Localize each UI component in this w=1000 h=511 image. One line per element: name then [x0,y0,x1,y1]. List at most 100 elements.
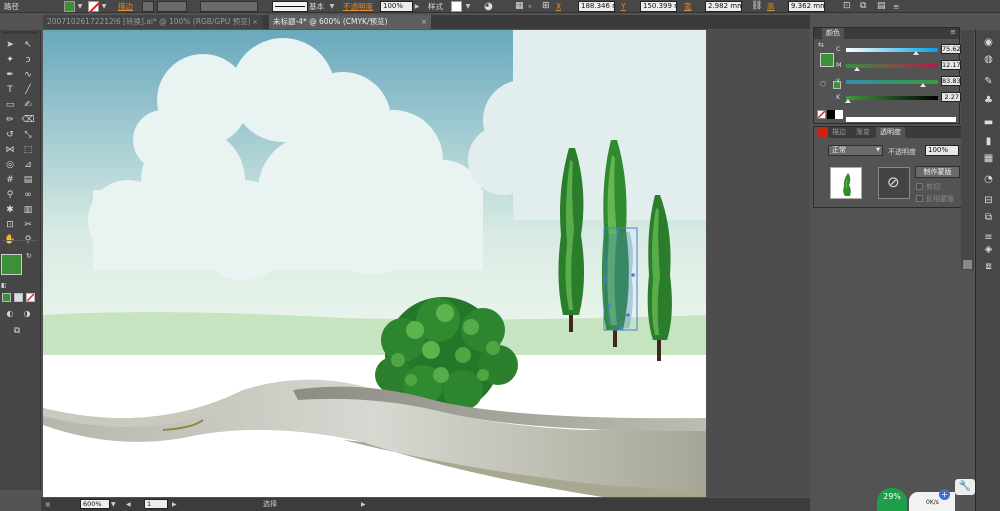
direct-selection-icon[interactable]: ↖ [21,38,35,52]
invert-mask-checkbox[interactable] [916,195,923,202]
graph-icon[interactable]: ▥ [21,203,35,217]
default-colors-icon[interactable]: ◧ [1,282,7,289]
scale-icon[interactable]: ⤡ [21,128,35,142]
screen-mode-icon[interactable]: ⧉ [10,324,24,338]
mask-thumbnail[interactable]: ⊘ [878,167,910,199]
free-transform-icon[interactable]: ⬚ [21,143,35,157]
tab-document-1[interactable]: 20071026172212l6 [转换].ai* @ 100% (RGB/GP… [43,15,263,29]
tab-document-2[interactable]: 未标题-4* @ 600% (CMYK/预览) [269,15,431,29]
memory-gauge[interactable]: 29% [877,488,907,511]
shape-builder-icon[interactable]: ◎ [3,158,17,172]
appearance-icon[interactable]: ◉ [981,35,996,50]
panel-menu-icon[interactable]: ≡ [950,28,956,36]
graphic-styles-icon[interactable]: ▬ [981,115,996,130]
layers-icon[interactable]: ◈ [981,242,996,257]
zoom-field[interactable]: 600% [80,499,110,509]
zoom-dropdown-icon[interactable]: ▼ [111,499,116,510]
blend-icon[interactable]: ∞ [21,188,35,202]
paintbrush-icon[interactable]: ✍ [21,98,35,112]
stroke-swatch[interactable] [88,1,101,14]
swatches-icon[interactable]: ▦ [981,151,996,166]
eraser-icon[interactable]: ⌫ [21,113,35,127]
isolate-group-icon[interactable]: ⧉ [860,1,866,12]
brush-definition-field[interactable] [272,1,308,12]
variable-width-field[interactable] [200,1,258,12]
white-swatch[interactable] [835,110,843,119]
tab-2-close-icon[interactable]: × [421,15,427,29]
gradient-icon[interactable]: ▤ [21,173,35,187]
artboard-icon[interactable]: ⊡ [3,218,17,232]
align-dropdown-arrow-icon[interactable]: ▾ [528,1,532,12]
slider-value-field[interactable]: 83.83 [941,76,961,86]
opacity-label[interactable]: 不透明度 [343,1,373,12]
slider-value-field[interactable]: 75.62 [941,44,961,54]
none-swatch[interactable] [817,110,826,119]
gradient-panel-icon[interactable]: ▮ [981,134,996,149]
transform-icon[interactable]: ⊡ [843,1,851,12]
symbols-icon[interactable]: ♣ [981,93,996,108]
blend-mode-select[interactable]: 正常 ▼ [828,145,883,156]
black-swatch[interactable] [827,110,835,119]
more-options-icon[interactable]: ▤ [877,1,886,12]
tools-grip[interactable] [2,31,38,34]
draw-behind-icon[interactable]: ◑ [20,307,34,321]
align-icon[interactable]: ▦ [515,1,524,12]
swap-colors-icon[interactable]: ↻ [26,252,32,260]
tab-1-close-icon[interactable]: × [252,15,258,29]
pencil-icon[interactable]: ✏ [3,113,17,127]
brushes-icon[interactable]: ✎ [981,74,996,89]
rotate-icon[interactable]: ↺ [3,128,17,142]
artwork-canvas[interactable] [43,30,706,497]
align-panel-icon[interactable]: ⊟ [981,193,996,208]
lasso-icon[interactable]: ↄ [21,53,35,67]
reference-point-icon[interactable]: ⊞ [542,1,550,12]
next-artboard-icon[interactable]: ▶ [172,499,177,510]
slice-icon[interactable]: ✂ [21,218,35,232]
opacity-field[interactable]: 100% [380,1,413,12]
slider-row-c[interactable]: C75.62% [814,44,969,56]
selection-icon[interactable]: ➤ [3,38,17,52]
slider-track[interactable] [846,96,938,100]
brush-dropdown-arrow-icon[interactable]: ▼ [328,1,336,12]
type-icon[interactable]: T [3,83,17,97]
slider-row-y[interactable]: Y83.83% [814,76,969,88]
stroke-dropdown-arrow-icon[interactable]: ▼ [100,1,108,12]
panel-dock-scrollbar[interactable] [961,30,974,270]
panel-menu-icon[interactable]: ≡ [893,1,899,12]
color-mode-icon[interactable] [2,293,11,302]
x-field[interactable]: 188.346 mm [578,1,615,12]
transparency-icon[interactable]: ◔ [981,172,996,187]
slider-track[interactable] [846,48,938,52]
stroke-weight-field[interactable] [157,1,187,12]
tab-stroke[interactable]: 描边 [828,127,850,138]
height-label[interactable]: 高 [767,1,775,12]
tab-color[interactable]: 颜色 [822,28,844,39]
draw-normal-icon[interactable]: ◐ [3,307,17,321]
pasteboard[interactable] [707,30,810,497]
constrain-proportions-icon[interactable]: ⛓ [751,1,762,12]
status-menu-icon[interactable]: ▶ [361,499,366,510]
width-field[interactable]: 2.982 mm [705,1,742,12]
tab-gradient[interactable]: 渐变 [852,127,874,138]
fill-swatch[interactable] [64,1,75,12]
wrench-icon[interactable]: 🔧 [955,479,975,495]
opacity-field[interactable]: 100% [925,145,959,156]
slider-thumb[interactable] [854,67,861,71]
fill-color-box[interactable] [1,254,22,275]
y-field[interactable]: 150.399 mm [640,1,677,12]
artboards-icon[interactable]: ⧈ [981,259,996,274]
boost-plus-icon[interactable]: + [939,489,950,500]
line-icon[interactable]: ╱ [21,83,35,97]
y-label[interactable]: Y [621,1,626,12]
dock-scroll-thumb[interactable] [963,260,972,269]
symbol-sprayer-icon[interactable]: ✱ [3,203,17,217]
stroke-label[interactable]: 描边 [118,1,133,12]
width-icon[interactable]: ⋈ [3,143,17,157]
gradient-mode-icon[interactable] [14,293,23,302]
opacity-dropdown-arrow-icon[interactable]: ▶ [413,1,421,12]
rectangle-icon[interactable]: ▭ [3,98,17,112]
slider-value-field[interactable]: 12.17 [941,60,961,70]
recolor-icon[interactable]: ◕ [484,1,493,12]
color-spectrum[interactable] [846,117,956,122]
color-guide-icon[interactable]: ◍ [981,52,996,67]
